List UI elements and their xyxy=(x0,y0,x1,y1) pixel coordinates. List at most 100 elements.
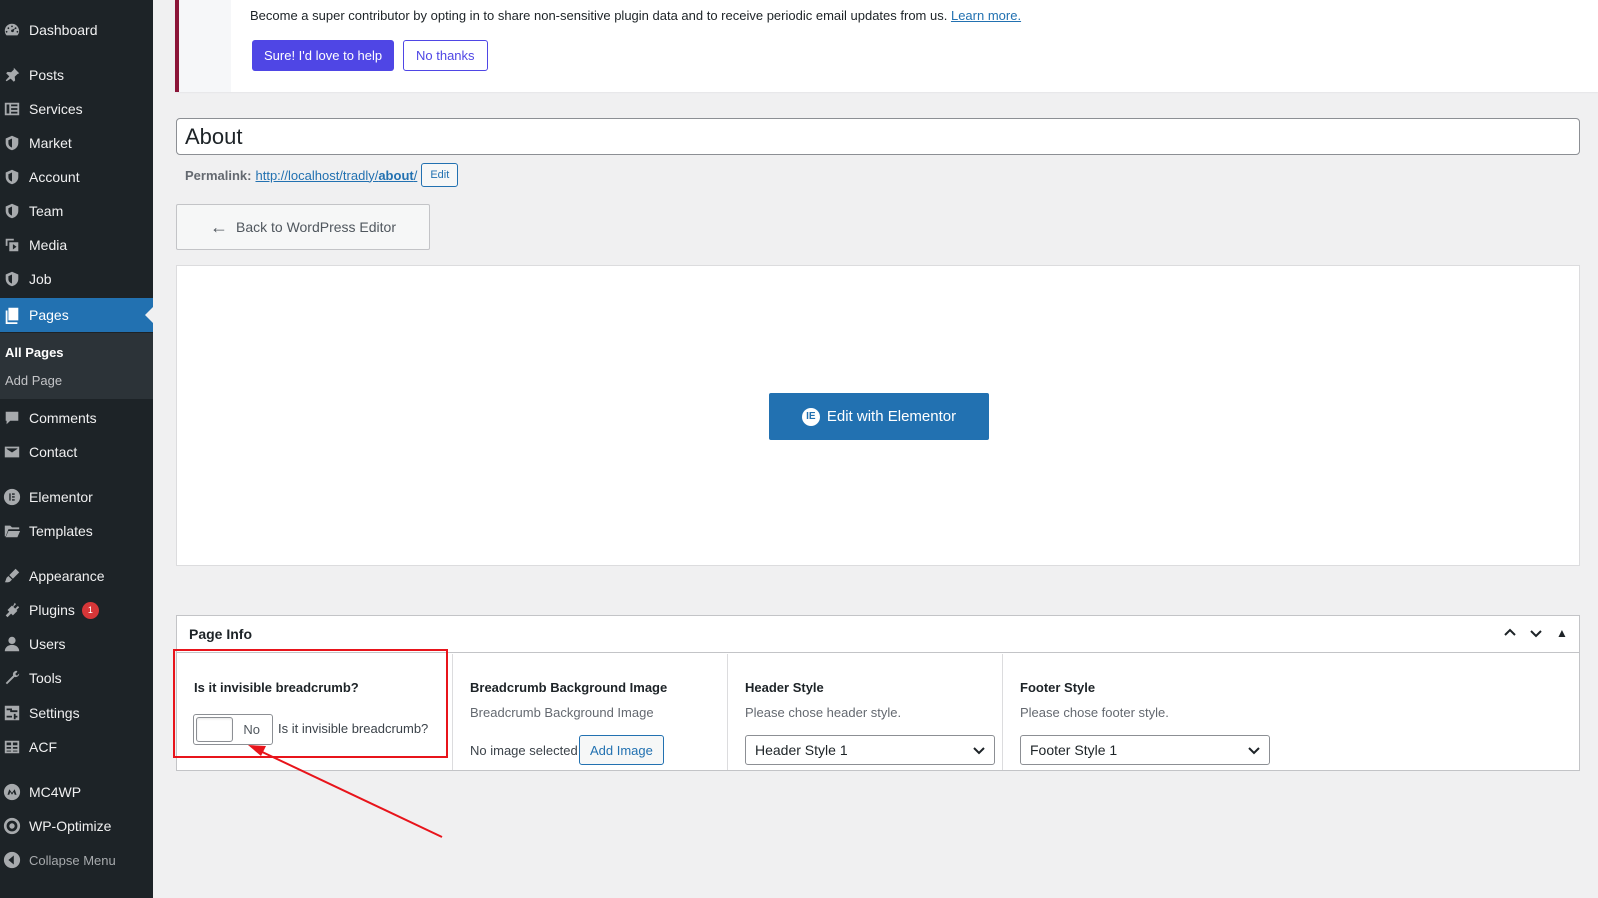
arrow-left-icon: ← xyxy=(209,216,228,237)
user-icon xyxy=(2,634,22,654)
breadcrumb-bg-image-field: Breadcrumb Background Image Breadcrumb B… xyxy=(453,654,728,770)
edit-with-elementor-button[interactable]: IE Edit with Elementor xyxy=(769,393,989,440)
menu-label: Contact xyxy=(29,444,78,460)
field-label: Is it invisible breadcrumb? xyxy=(194,680,359,695)
menu-team[interactable]: Team xyxy=(0,194,153,228)
field-description: Please chose footer style. xyxy=(1020,705,1169,720)
menu-users[interactable]: Users xyxy=(0,627,153,661)
mail-icon xyxy=(2,442,22,462)
permalink-slug: about xyxy=(378,167,414,183)
menu-settings[interactable]: Settings xyxy=(0,696,153,730)
optin-accept-button[interactable]: Sure! I'd love to help xyxy=(252,40,395,71)
back-to-wp-editor-button[interactable]: ← Back to WordPress Editor xyxy=(176,204,430,250)
field-label: Header Style xyxy=(745,680,824,695)
add-image-button[interactable]: Add Image xyxy=(579,735,664,765)
metabox-header: Page Info ▲ xyxy=(177,616,1579,653)
notice-logo-area xyxy=(179,0,231,92)
toggle-value: No xyxy=(243,722,260,737)
menu-label: Elementor xyxy=(29,489,93,505)
toggle-knob xyxy=(196,717,233,742)
collapse-menu-label: Collapse Menu xyxy=(29,852,116,868)
submenu-all-pages[interactable]: All Pages xyxy=(5,345,64,360)
select-value: Header Style 1 xyxy=(755,742,848,758)
field-label: Breadcrumb Background Image xyxy=(470,680,668,695)
menu-label: Account xyxy=(29,169,80,185)
menu-posts[interactable]: Posts xyxy=(0,58,153,92)
elementor-panel: IE Edit with Elementor xyxy=(176,265,1580,566)
menu-mc4wp[interactable]: MC4WP xyxy=(0,775,153,809)
menu-plugins[interactable]: Plugins 1 xyxy=(0,593,153,627)
elementor-icon xyxy=(2,487,22,507)
shield-icon xyxy=(2,269,22,289)
submenu-add-page[interactable]: Add Page xyxy=(5,373,62,388)
select-value: Footer Style 1 xyxy=(1030,742,1118,758)
menu-label: Settings xyxy=(29,705,80,721)
permalink-link[interactable]: http://localhost/tradly/about/ xyxy=(255,168,417,183)
post-title-input[interactable]: About xyxy=(176,118,1580,155)
toggle-panel-icon[interactable]: ▲ xyxy=(1553,624,1571,642)
menu-label: Tools xyxy=(29,670,62,686)
collapse-menu-button[interactable]: Collapse Menu xyxy=(0,843,153,877)
pages-submenu: All Pages Add Page xyxy=(0,333,153,399)
brush-icon xyxy=(2,566,22,586)
field-label: Footer Style xyxy=(1020,680,1096,695)
wrench-icon xyxy=(2,668,22,688)
menu-services[interactable]: Services xyxy=(0,92,153,126)
menu-label: ACF xyxy=(29,739,57,755)
pages-icon xyxy=(2,305,22,325)
menu-comments[interactable]: Comments xyxy=(0,401,153,435)
optimize-icon xyxy=(2,816,22,836)
learn-more-link[interactable]: Learn more. xyxy=(951,8,1021,23)
chevron-down-icon xyxy=(972,743,986,757)
admin-sidebar: Dashboard Posts Services Market Account … xyxy=(0,0,153,898)
footer-style-select[interactable]: Footer Style 1 xyxy=(1020,735,1270,765)
notice-text: Become a super contributor by opting in … xyxy=(250,8,1021,23)
image-status: No image selected xyxy=(470,743,578,758)
current-menu-arrow xyxy=(145,307,153,323)
collapse-icon xyxy=(2,850,22,870)
header-style-select[interactable]: Header Style 1 xyxy=(745,735,995,765)
page-info-metabox: Page Info ▲ Is it invisible breadcrumb? … xyxy=(176,615,1580,771)
folder-icon xyxy=(2,521,22,541)
menu-label: Media xyxy=(29,237,68,253)
menu-market[interactable]: Market xyxy=(0,126,153,160)
menu-pages[interactable]: Pages xyxy=(0,298,153,332)
menu-elementor[interactable]: Elementor xyxy=(0,480,153,514)
menu-job[interactable]: Job xyxy=(0,262,153,296)
metabox-controls: ▲ xyxy=(1501,624,1571,642)
shield-icon xyxy=(2,167,22,187)
optin-decline-button[interactable]: No thanks xyxy=(403,40,488,71)
menu-media[interactable]: Media xyxy=(0,228,153,262)
menu-acf[interactable]: ACF xyxy=(0,730,153,764)
menu-account[interactable]: Account xyxy=(0,160,153,194)
move-up-icon[interactable] xyxy=(1501,624,1519,642)
chevron-down-icon xyxy=(1247,743,1261,757)
menu-label: Job xyxy=(29,271,52,287)
footer-style-field: Footer Style Please chose footer style. … xyxy=(1003,654,1278,770)
permalink-label: Permalink: xyxy=(185,167,252,183)
field-description: Breadcrumb Background Image xyxy=(470,705,654,720)
permalink-row: Permalink: http://localhost/tradly/about… xyxy=(185,162,459,188)
mc4wp-icon xyxy=(2,782,22,802)
permalink-end: / xyxy=(413,167,418,183)
menu-wp-optimize[interactable]: WP-Optimize xyxy=(0,809,153,843)
edit-slug-button[interactable]: Edit xyxy=(421,163,459,187)
menu-appearance[interactable]: Appearance xyxy=(0,559,153,593)
menu-templates[interactable]: Templates xyxy=(0,514,153,548)
menu-label: Templates xyxy=(29,523,93,539)
media-icon xyxy=(2,235,22,255)
menu-label: Users xyxy=(29,636,66,652)
edit-elementor-label: Edit with Elementor xyxy=(826,408,957,425)
menu-contact[interactable]: Contact xyxy=(0,435,153,469)
update-count-badge: 1 xyxy=(81,601,99,619)
menu-tools[interactable]: Tools xyxy=(0,661,153,695)
permalink-base: http://localhost/tradly/ xyxy=(255,167,379,183)
breadcrumb-toggle[interactable]: No xyxy=(193,714,273,745)
move-down-icon[interactable] xyxy=(1527,624,1545,642)
optin-notice: Become a super contributor by opting in … xyxy=(175,0,1598,92)
shield-icon xyxy=(2,201,22,221)
toggle-description: Is it invisible breadcrumb? xyxy=(278,721,429,736)
menu-dashboard[interactable]: Dashboard xyxy=(0,13,153,47)
settings-icon xyxy=(2,703,22,723)
menu-label: WP-Optimize xyxy=(29,818,112,834)
